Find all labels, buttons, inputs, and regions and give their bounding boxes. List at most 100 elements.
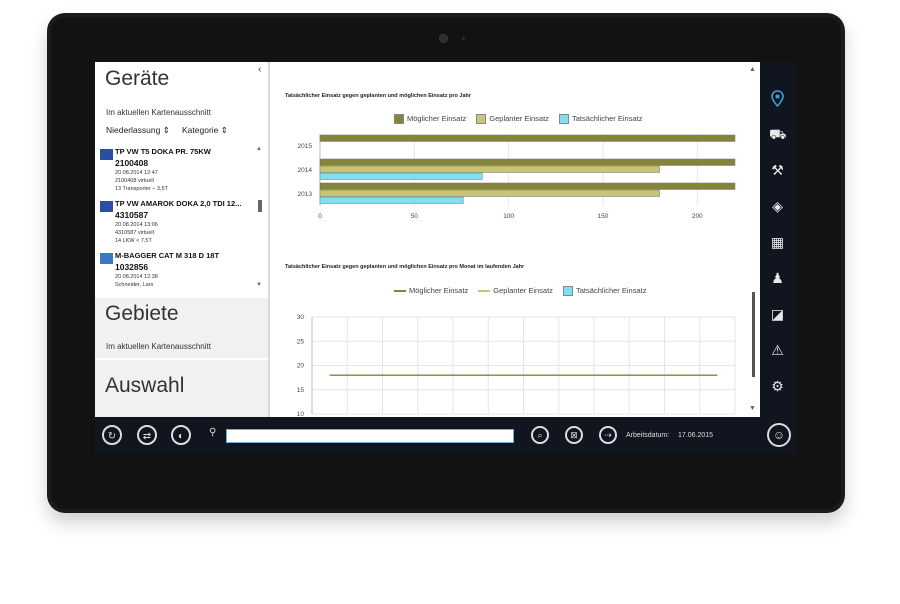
layers-icon[interactable]: ◐	[171, 425, 191, 445]
legend-label: Geplanter Einsatz	[493, 286, 553, 295]
grid-icon[interactable]: ▦	[769, 234, 786, 251]
chart1-bar-chart: 0 50 100 150 200 2015 2014 2013	[298, 134, 736, 220]
user-avatar-icon[interactable]: ☺	[767, 423, 791, 447]
sort-icon: ⇕	[162, 125, 170, 135]
swap-icon[interactable]: ⇄	[137, 425, 157, 445]
y-tick-label: 20	[297, 363, 305, 370]
location-pin-icon[interactable]	[769, 90, 786, 108]
bottom-toolbar: ↻ ⇄ ◐ ⚲ ⌕ ⊠ ⇢ Arbeitsdatum: 17.06.2015 ☺	[95, 417, 795, 455]
scroll-down-icon[interactable]: ▼	[749, 405, 756, 412]
x-tick-label: 0	[318, 213, 322, 220]
bar	[319, 165, 660, 173]
list-item[interactable]: M-BAGGER CAT M 318 D 18T 1032856 20.08.2…	[95, 250, 260, 296]
device-category: 14 LKW < 7,5T	[115, 238, 152, 244]
selection-title: Auswahl	[105, 374, 185, 397]
y-tick-label: 30	[297, 314, 305, 321]
selection-section[interactable]: Auswahl	[95, 360, 268, 417]
main-content: ▲ Tatsächlicher Einsatz gegen geplanten …	[270, 62, 760, 417]
x-tick-label: 50	[411, 213, 419, 220]
route-icon[interactable]: ⇢	[599, 426, 617, 444]
scroll-up-icon[interactable]: ▲	[749, 66, 756, 73]
camera-icon	[439, 34, 448, 43]
devices-subtitle: Im aktuellen Kartenausschnitt	[106, 108, 211, 117]
date-label: Arbeitsdatum:	[626, 432, 670, 439]
legend-label: Geplanter Einsatz	[489, 114, 549, 123]
device-info: Schneider, Lars	[115, 282, 154, 288]
device-name: M-BAGGER CAT M 318 D 18T	[115, 251, 220, 260]
list-item[interactable]: TP VW T5 DOKA PR. 75KW 2100408 20.08.201…	[95, 146, 260, 196]
device-name: TP VW AMAROK DOKA 2,0 TDI 12...	[115, 199, 242, 208]
warning-icon[interactable]: ⚠	[769, 342, 786, 359]
devices-title: Geräte	[105, 67, 170, 90]
chart2-legend: Möglicher Einsatz Geplanter Einsatz Tats…	[394, 286, 654, 297]
legend-item: Möglicher Einsatz	[394, 114, 466, 125]
device-name: TP VW T5 DOKA PR. 75KW	[115, 147, 211, 156]
vehicle-icon	[100, 149, 113, 160]
chart1-legend: Möglicher Einsatz Geplanter Einsatz Tats…	[394, 114, 650, 125]
filter-category-label: Kategorie	[182, 125, 219, 135]
bar	[319, 196, 464, 204]
person-icon[interactable]: ♟	[769, 270, 786, 287]
device-category: 13 Transporter – 3,5T	[115, 186, 168, 192]
device-number: 4310587	[115, 210, 149, 220]
date-value[interactable]: 17.06.2015	[678, 432, 713, 439]
collapse-panel-icon[interactable]: ‹	[258, 64, 261, 75]
bar	[319, 172, 483, 180]
legend-item: Möglicher Einsatz	[394, 286, 468, 295]
areas-section[interactable]: Gebiete Im aktuellen Kartenausschnitt	[95, 298, 268, 358]
filter-branch[interactable]: Niederlassung ⇕	[106, 125, 170, 136]
list-item[interactable]: TP VW AMAROK DOKA 2,0 TDI 12... 4310587 …	[95, 198, 260, 248]
chart2-line-chart: 1015202530	[297, 314, 736, 417]
gear-icon[interactable]: ⚙	[769, 378, 786, 395]
target-icon[interactable]: ⊠	[565, 426, 583, 444]
device-timestamp: 20.08.2014 13:06	[115, 222, 158, 228]
main-scrollbar[interactable]	[752, 292, 755, 377]
worker-icon[interactable]: ⚒	[769, 162, 786, 179]
sort-icon: ⇕	[220, 125, 228, 135]
device-info: 2100408 virtuell	[115, 178, 154, 184]
y-tick-label: 2015	[298, 143, 313, 150]
excavator-icon	[100, 253, 113, 264]
filter-category[interactable]: Kategorie ⇕	[182, 125, 228, 136]
areas-subtitle: Im aktuellen Kartenausschnitt	[106, 342, 211, 351]
legend-label: Tatsächlicher Einsatz	[576, 286, 647, 295]
search-input[interactable]	[226, 429, 514, 443]
vehicle-icon	[100, 201, 113, 212]
device-timestamp: 20.08.2014 12:47	[115, 170, 158, 176]
left-panel: Geräte ‹ Im aktuellen Kartenausschnitt N…	[95, 62, 268, 417]
legend-item: Tatsächlicher Einsatz	[563, 286, 647, 297]
device-timestamp: 20.08.2014 12:38	[115, 274, 158, 280]
app-screen: Geräte ‹ Im aktuellen Kartenausschnitt N…	[95, 62, 795, 455]
x-tick-label: 100	[503, 213, 514, 220]
legend-label: Möglicher Einsatz	[409, 286, 469, 295]
legend-line	[394, 290, 406, 293]
bar	[319, 189, 660, 197]
filter-branch-label: Niederlassung	[106, 125, 161, 135]
legend-item: Geplanter Einsatz	[478, 286, 553, 295]
sensor-icon	[462, 37, 465, 40]
y-tick-label: 15	[297, 387, 305, 394]
tractor-icon[interactable]: ⛟	[769, 126, 787, 143]
x-tick-label: 200	[692, 213, 703, 220]
bar	[319, 158, 736, 166]
areas-title: Gebiete	[105, 302, 179, 325]
device-number: 2100408	[115, 158, 149, 168]
refresh-icon[interactable]: ↻	[102, 425, 122, 445]
right-toolbar: ⛟ ⚒ ◈ ▦ ♟ ◪ ⚠ ⚙	[760, 62, 795, 417]
document-icon[interactable]: ◪	[769, 306, 786, 323]
bar	[319, 182, 736, 190]
legend-label: Tatsächlicher Einsatz	[572, 114, 643, 123]
device-info: 4310587 virtuell	[115, 230, 154, 236]
search-icon: ⚲	[209, 427, 217, 438]
bar	[319, 134, 736, 142]
y-tick-label: 25	[297, 338, 305, 345]
chart2-title: Tatsächlicher Einsatz gegen geplanten un…	[285, 264, 525, 270]
chart1-title: Tatsächlicher Einsatz gegen geplanten un…	[285, 93, 472, 99]
navigation-icon[interactable]: ◈	[769, 198, 786, 215]
legend-line	[478, 290, 491, 293]
legend-swatch	[563, 286, 574, 297]
legend-swatch	[559, 114, 570, 125]
legend-swatch	[394, 114, 404, 125]
zoom-tool-icon[interactable]: ⌕	[531, 426, 549, 444]
x-tick-label: 150	[598, 213, 609, 220]
